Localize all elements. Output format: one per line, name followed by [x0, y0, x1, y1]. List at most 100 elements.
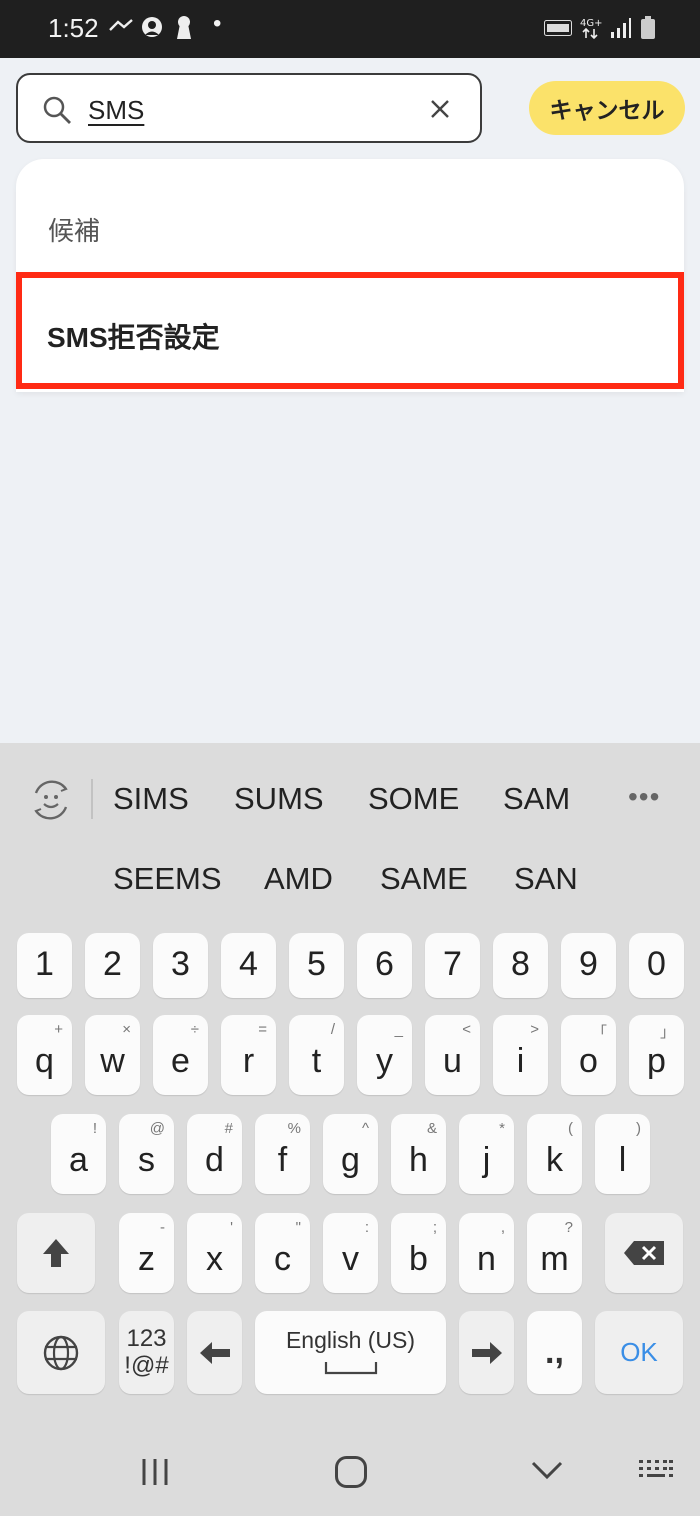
key-label: p [647, 1042, 666, 1080]
backspace-icon [624, 1241, 664, 1265]
language-key[interactable] [17, 1311, 105, 1394]
search-input[interactable]: SMS [88, 95, 144, 126]
volte-icon [544, 20, 572, 41]
key-7[interactable]: 7 [425, 933, 480, 998]
key-hint: % [287, 1120, 301, 1137]
shift-icon [43, 1239, 69, 1267]
key-k[interactable]: (k [527, 1114, 582, 1194]
key-label: l [618, 1141, 627, 1179]
key-label: d [205, 1141, 224, 1179]
key-8[interactable]: 8 [493, 933, 548, 998]
key-d[interactable]: # d [187, 1114, 242, 1194]
key-hint: ( [568, 1120, 573, 1137]
key-n[interactable]: ,n [459, 1213, 514, 1293]
prediction-word[interactable]: AMD [264, 861, 333, 897]
key-v[interactable]: :v [323, 1213, 378, 1293]
key-y[interactable]: _ y [357, 1015, 412, 1095]
backspace-key[interactable] [605, 1213, 683, 1293]
suggestion-item-sms-block-settings[interactable]: SMS拒否設定 [16, 272, 684, 389]
key-label: 5 [307, 945, 326, 983]
key-c[interactable]: " c [255, 1213, 310, 1293]
keyboard-switch-icon[interactable] [638, 1458, 674, 1484]
key-t[interactable]: / t [289, 1015, 344, 1095]
key-label: 4 [239, 945, 258, 983]
search-field[interactable]: SMS [16, 73, 482, 143]
cancel-button[interactable]: キャンセル [529, 81, 685, 135]
key-label: v [342, 1240, 359, 1278]
key-2[interactable]: 2 [85, 933, 140, 998]
key-a[interactable]: ! a [51, 1114, 106, 1194]
key-e[interactable]: ÷ e [153, 1015, 208, 1095]
home-icon[interactable] [334, 1455, 368, 1489]
key-4[interactable]: 4 [221, 933, 276, 998]
clear-icon[interactable] [426, 95, 454, 123]
prediction-word[interactable]: SOME [368, 781, 459, 817]
symbols-key-line2: !@# [124, 1352, 169, 1379]
space-key[interactable]: English (US) [255, 1311, 446, 1394]
prediction-word[interactable]: SEEMS [113, 861, 222, 897]
navigation-bar [0, 1430, 700, 1516]
key-label: m [540, 1240, 569, 1278]
emoji-sync-icon[interactable] [28, 777, 74, 823]
notification-dot-icon: • [213, 10, 222, 37]
prediction-word[interactable]: SUMS [234, 781, 324, 817]
key-z[interactable]: -z [119, 1213, 174, 1293]
key-u[interactable]: < u [425, 1015, 480, 1095]
key-label: h [409, 1141, 428, 1179]
key-r[interactable]: = r [221, 1015, 276, 1095]
key-f[interactable]: % f [255, 1114, 310, 1194]
key-w[interactable]: × w [85, 1015, 140, 1095]
key-label: y [376, 1042, 393, 1080]
key-label: 1 [35, 945, 54, 983]
key-i[interactable]: > i [493, 1015, 548, 1095]
suggestion-label: SMS拒否設定 [47, 322, 220, 353]
key-label: 9 [579, 945, 598, 983]
key-j[interactable]: * j [459, 1114, 514, 1194]
status-bar: 1:52 • 4G+ [0, 0, 700, 58]
ok-key[interactable]: OK [595, 1311, 683, 1394]
key-l[interactable]: ) l [595, 1114, 650, 1194]
key-o[interactable]: 「o [561, 1015, 616, 1095]
prediction-word[interactable]: SAM [503, 781, 570, 817]
key-hint: , [500, 1219, 505, 1236]
more-predictions-icon[interactable]: ••• [628, 781, 660, 813]
prediction-word[interactable]: SIMS [113, 781, 189, 817]
key-label: 8 [511, 945, 530, 983]
keyhole-icon [174, 14, 194, 49]
key-label: g [341, 1141, 360, 1179]
keyboard: SIMS SUMS SOME SAM ••• SEEMS AMD SAME SA… [0, 743, 700, 1516]
symbols-key[interactable]: 123 !@# [119, 1311, 174, 1394]
key-hint: ÷ [190, 1021, 199, 1038]
punctuation-key[interactable]: ., [527, 1311, 582, 1394]
key-6[interactable]: 6 [357, 933, 412, 998]
key-p[interactable]: 」 p [629, 1015, 684, 1095]
account-sync-icon [140, 14, 166, 49]
key-1[interactable]: 1 [17, 933, 72, 998]
key-hint: ; [432, 1219, 437, 1236]
key-q[interactable]: + q [17, 1015, 72, 1095]
key-9[interactable]: 9 [561, 933, 616, 998]
hide-keyboard-icon[interactable] [531, 1460, 563, 1480]
key-5[interactable]: 5 [289, 933, 344, 998]
arrow-left-icon [199, 1341, 230, 1364]
key-hint: " [295, 1219, 301, 1236]
key-x[interactable]: ' x [187, 1213, 242, 1293]
prediction-word[interactable]: SAN [514, 861, 578, 897]
prediction-word[interactable]: SAME [380, 861, 468, 897]
key-3[interactable]: 3 [153, 933, 208, 998]
key-m[interactable]: ? m [527, 1213, 582, 1293]
cursor-right-key[interactable] [459, 1311, 514, 1394]
cursor-left-key[interactable] [187, 1311, 242, 1394]
key-hint: ? [564, 1219, 573, 1236]
key-hint: 」 [659, 1024, 675, 1041]
shift-key[interactable] [17, 1213, 95, 1293]
key-label: n [477, 1240, 496, 1278]
recent-apps-icon[interactable] [140, 1457, 170, 1487]
key-s[interactable]: @ s [119, 1114, 174, 1194]
space-key-label: English (US) [285, 1327, 416, 1353]
key-b[interactable]: ; b [391, 1213, 446, 1293]
key-h[interactable]: & h [391, 1114, 446, 1194]
symbols-key-line1: 123 [126, 1325, 167, 1352]
key-0[interactable]: 0 [629, 933, 684, 998]
key-g[interactable]: ^ g [323, 1114, 378, 1194]
